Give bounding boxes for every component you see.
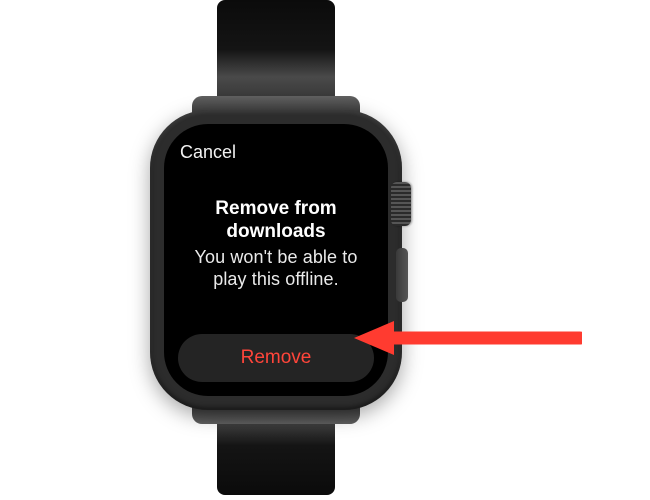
dialog-message: You won't be able to play this offline. [184,247,368,291]
watch-case: Cancel Remove from downloads You won't b… [150,110,402,410]
watch-band-top [217,0,335,110]
dialog-content: Remove from downloads You won't be able … [178,161,374,328]
remove-button[interactable]: Remove [178,334,374,382]
digital-crown[interactable] [391,182,411,226]
side-button[interactable] [396,248,408,302]
watch-screen: Cancel Remove from downloads You won't b… [164,124,388,396]
watch-device: Cancel Remove from downloads You won't b… [120,50,430,445]
dialog-title: Remove from downloads [184,198,368,243]
